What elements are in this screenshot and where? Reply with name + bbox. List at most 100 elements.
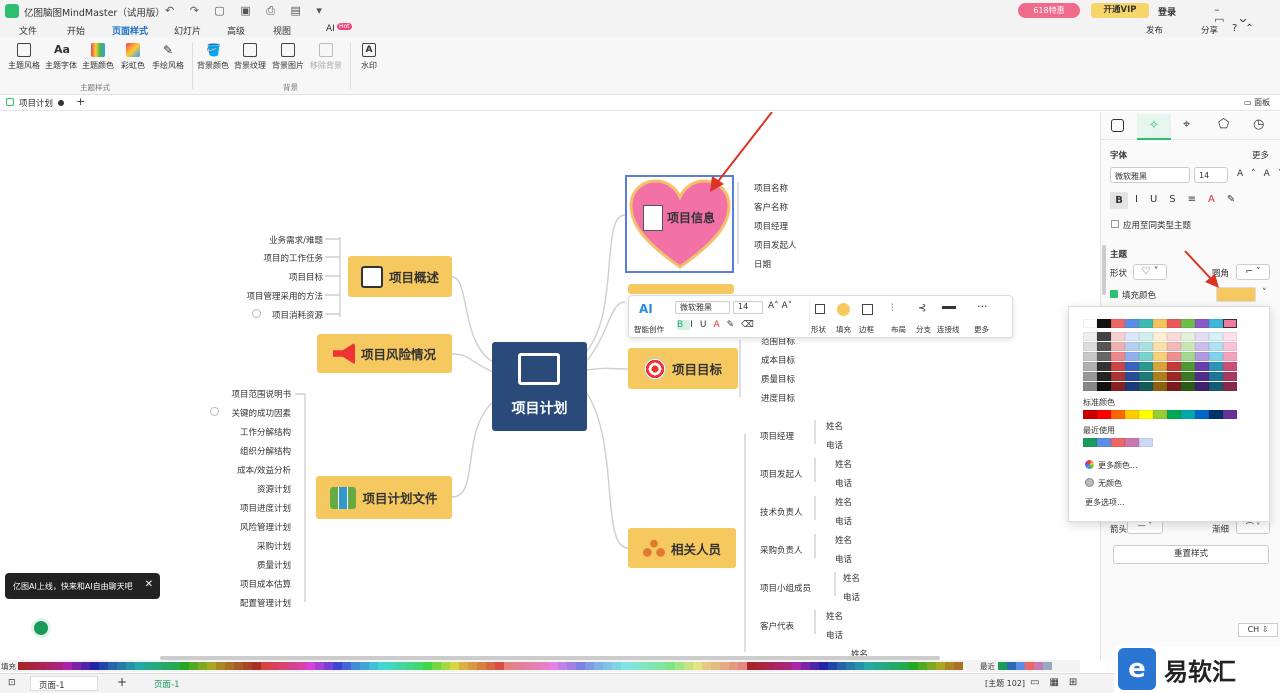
mindmap-canvas[interactable]: 项目计划 项目概述 项目风险情况 项目计划文件 项目信息 项目目标 相关人员 业… — [0, 112, 1100, 660]
palette-swatch[interactable] — [504, 662, 513, 670]
reset-style-button[interactable]: 重置样式 — [1113, 545, 1269, 564]
palette-swatch[interactable] — [846, 662, 855, 670]
recent-colors-row[interactable] — [1083, 438, 1153, 447]
people-sub[interactable]: 电话 — [835, 553, 852, 565]
palette-row[interactable] — [1083, 352, 1237, 361]
leaf[interactable]: 项目的工作任务 — [263, 252, 323, 264]
people-sub[interactable]: 电话 — [835, 477, 852, 489]
node-docs[interactable]: 项目计划文件 — [316, 476, 452, 519]
help-icons[interactable]: ?⌃ — [1232, 23, 1262, 34]
leaf[interactable]: 业务需求/难题 — [269, 234, 323, 246]
palette-swatch[interactable] — [207, 662, 216, 670]
handdrawn-button[interactable]: ✎ 手绘风格 — [148, 43, 188, 71]
palette-swatch[interactable] — [720, 662, 729, 670]
panel-font-select[interactable]: 微软雅黑 — [1110, 167, 1190, 183]
menu-page-style[interactable]: 页面样式 — [112, 24, 148, 37]
collapse-toggle-icon[interactable] — [252, 309, 261, 318]
palette-swatch[interactable] — [252, 662, 261, 670]
people-role[interactable]: 技术负责人 — [760, 506, 803, 518]
text-format-buttons[interactable]: BIUA✎⌫ — [677, 320, 761, 330]
palette-swatch[interactable] — [405, 662, 414, 670]
leaf[interactable]: 资源计划 — [257, 483, 291, 495]
panel-size-select[interactable]: 14 — [1194, 167, 1228, 183]
border-button[interactable]: 边框 — [859, 324, 874, 335]
no-color-option[interactable]: 无颜色 — [1098, 478, 1122, 489]
location-tab-icon[interactable]: ⌖ — [1183, 117, 1190, 132]
connector-button[interactable]: 连接线 — [937, 324, 960, 335]
leaf[interactable]: 项目消耗资源 — [272, 309, 323, 321]
leaf[interactable]: 项目成本估算 — [240, 578, 291, 590]
people-sub[interactable]: 姓名 — [843, 572, 860, 584]
people-role[interactable]: 项目发起人 — [760, 468, 803, 480]
palette-swatch[interactable] — [342, 662, 351, 670]
palette-swatch[interactable] — [531, 662, 540, 670]
people-sub[interactable]: 姓名 — [826, 610, 843, 622]
palette-swatch[interactable] — [369, 662, 378, 670]
palette-swatch[interactable] — [27, 662, 36, 670]
publish-button[interactable]: 发布 — [1146, 24, 1163, 36]
leaf[interactable]: 风险管理计划 — [240, 521, 291, 533]
palette-swatch[interactable] — [567, 662, 576, 670]
shape-select[interactable]: ♡ ˅ — [1133, 264, 1167, 280]
palette-swatch[interactable] — [702, 662, 711, 670]
palette-swatch[interactable] — [765, 662, 774, 670]
leaf[interactable]: 工作分解结构 — [240, 426, 291, 438]
arrow-select[interactable]: — ˅ — [1127, 520, 1163, 534]
palette-swatch[interactable] — [648, 662, 657, 670]
palette-row[interactable] — [1083, 319, 1237, 328]
menu-advanced[interactable]: 高级 — [227, 24, 245, 37]
leaf[interactable]: 日期 — [754, 258, 771, 270]
palette-swatch[interactable] — [315, 662, 324, 670]
vip-button[interactable]: 开通VIP — [1091, 3, 1149, 18]
palette-swatch[interactable] — [873, 662, 882, 670]
menu-file[interactable]: 文件 — [19, 24, 37, 37]
corner-select[interactable]: ⌐ ˅ — [1236, 264, 1270, 280]
panel-grow-shrink[interactable]: A˄A˅ — [1237, 169, 1280, 179]
palette-swatch[interactable] — [162, 662, 171, 670]
page-select[interactable]: 页面-1 — [30, 676, 98, 691]
leaf[interactable]: 采购计划 — [257, 540, 291, 552]
leaf[interactable]: 成本目标 — [761, 354, 795, 366]
palette-swatch[interactable] — [738, 662, 747, 670]
palette-swatch[interactable] — [684, 662, 693, 670]
palette-swatch[interactable] — [450, 662, 459, 670]
palette-swatch[interactable] — [135, 662, 144, 670]
palette-swatch[interactable] — [927, 662, 936, 670]
leaf[interactable]: 项目管理采用的方法 — [246, 290, 323, 302]
leaf[interactable]: 质量目标 — [761, 373, 795, 385]
page-tab[interactable]: 页面-1 — [154, 678, 179, 690]
palette-swatch[interactable] — [891, 662, 900, 670]
palette-swatch[interactable] — [351, 662, 360, 670]
watermark-button[interactable]: A 水印 — [349, 43, 389, 71]
menu-slides[interactable]: 幻灯片 — [174, 24, 201, 37]
palette-swatch[interactable] — [486, 662, 495, 670]
palette-swatch[interactable] — [576, 662, 585, 670]
palette-swatch[interactable] — [414, 662, 423, 670]
leaf[interactable]: 质量计划 — [257, 559, 291, 571]
panel-toggle[interactable]: ▭ 面板 — [1244, 97, 1270, 108]
node-overview[interactable]: 项目概述 — [348, 256, 452, 297]
palette-swatch[interactable] — [819, 662, 828, 670]
palette-swatch[interactable] — [621, 662, 630, 670]
bg-color-button[interactable]: 🪣 背景颜色 — [193, 43, 233, 71]
leaf[interactable]: 项目经理 — [754, 220, 788, 232]
palette-swatch[interactable] — [360, 662, 369, 670]
people-sub[interactable]: 姓名 — [826, 420, 843, 432]
palette-swatch[interactable] — [900, 662, 909, 670]
palette-swatch[interactable] — [99, 662, 108, 670]
palette-swatch[interactable] — [396, 662, 405, 670]
central-node[interactable]: 项目计划 — [492, 342, 587, 431]
fill-color-dropdown[interactable]: ˅ — [1262, 288, 1267, 298]
shape-button[interactable]: 形状 — [811, 324, 826, 335]
palette-swatch[interactable] — [666, 662, 675, 670]
palette-swatch[interactable] — [279, 662, 288, 670]
palette-swatch[interactable] — [306, 662, 315, 670]
palette-swatch[interactable] — [72, 662, 81, 670]
more-button[interactable]: 更多 — [974, 324, 989, 335]
palette-swatch[interactable] — [603, 662, 612, 670]
palette-swatch[interactable] — [171, 662, 180, 670]
palette-swatch[interactable] — [558, 662, 567, 670]
palette-row[interactable] — [1083, 372, 1237, 381]
palette-swatch[interactable] — [783, 662, 792, 670]
palette-swatch[interactable] — [936, 662, 945, 670]
